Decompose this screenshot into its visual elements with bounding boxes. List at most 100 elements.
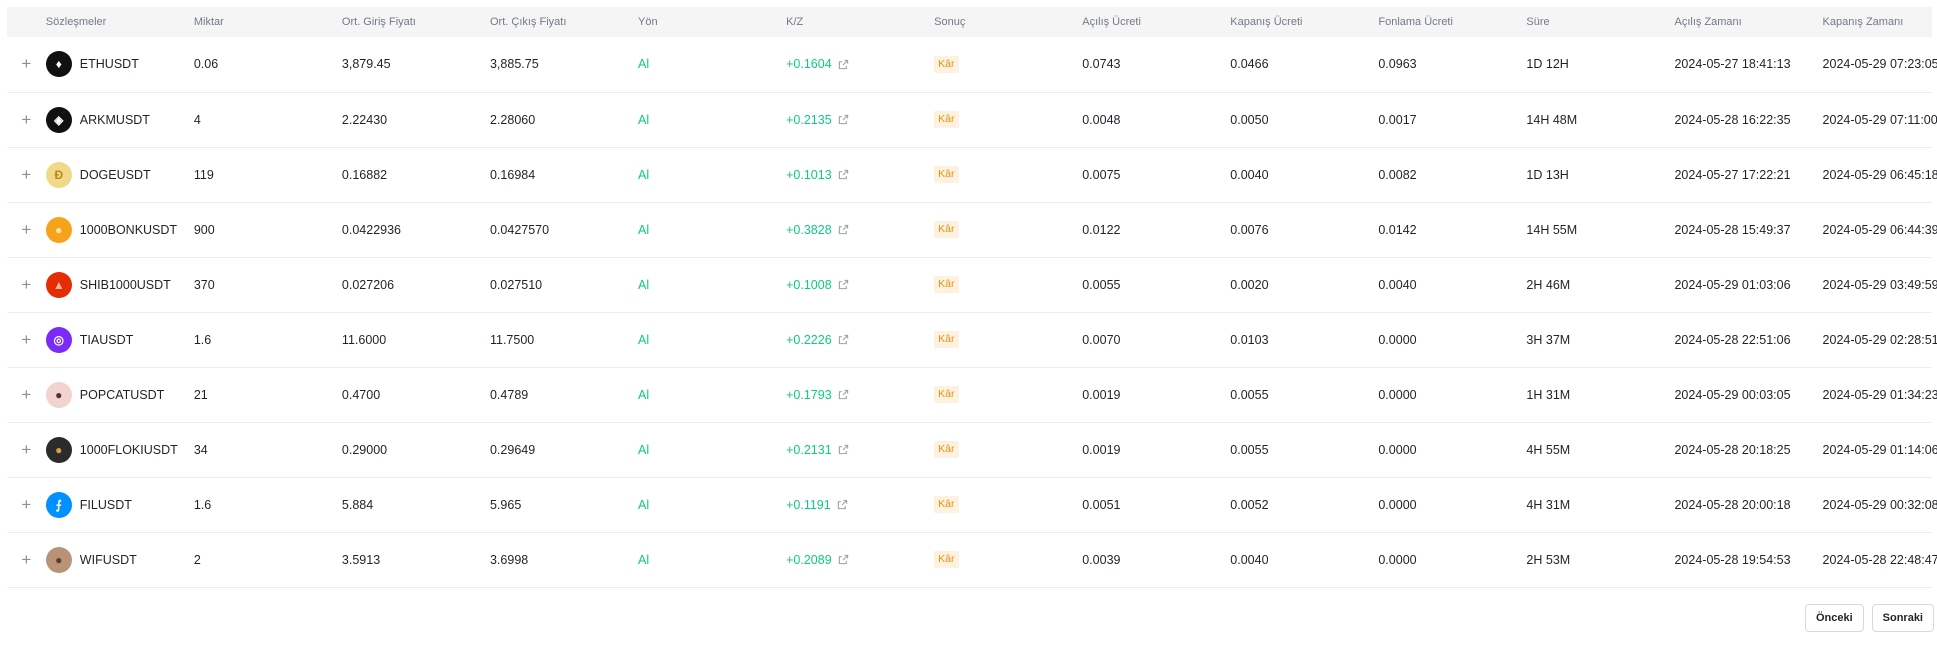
- pnl-cell: +0.1191: [786, 477, 934, 532]
- direction-cell: Al: [638, 332, 650, 347]
- duration-cell: 4H 31M: [1526, 497, 1571, 512]
- direction-cell: Al: [638, 167, 650, 182]
- table-body: + ♦ ETHUSDT 0.06 3,879.45 3,885.75 Al +0.1604 Kâ…: [7, 37, 1937, 587]
- opening-fee-cell: 0.0075: [1082, 167, 1121, 182]
- expand-row-button[interactable]: +: [7, 312, 46, 367]
- position-history-page: Sözleşmeler Miktar Ort. Giriş Fiyatı Ort…: [0, 0, 1937, 653]
- open-time-cell: 2024-05-29 00:03:05: [1674, 387, 1791, 402]
- share-external-link-icon[interactable]: [838, 224, 849, 235]
- avg-entry-price-cell: 11.6000: [341, 332, 387, 347]
- closing-fee-cell: 0.0040: [1230, 167, 1269, 182]
- open-time-cell: 2024-05-29 01:03:06: [1674, 277, 1791, 292]
- duration-cell: 14H 48M: [1526, 112, 1578, 127]
- result-badge: Kâr: [934, 111, 959, 128]
- previous-page-button[interactable]: Önceki: [1804, 604, 1864, 632]
- expand-row-button[interactable]: +: [7, 37, 46, 92]
- closing-fee-cell: 0.0055: [1230, 442, 1269, 457]
- expand-row-button[interactable]: +: [7, 422, 46, 477]
- expand-row-button[interactable]: +: [7, 257, 46, 312]
- header-closing-fee: Kapanış Ücreti: [1230, 16, 1303, 28]
- avg-exit-price-cell: 0.0427570: [489, 222, 550, 237]
- open-time-cell: 2024-05-28 20:00:18: [1674, 497, 1791, 512]
- header-expand: [7, 7, 46, 37]
- table-row: + ● 1000BONKUSDT 900 0.0422936 0.0427570 Al +0.…: [7, 202, 1937, 257]
- table-row: + ● 1000FLOKIUSDT 34 0.29000 0.29649 Al +0.2131…: [7, 422, 1937, 477]
- position-history-table: Sözleşmeler Miktar Ort. Giriş Fiyatı Ort…: [7, 7, 1937, 588]
- quantity-cell: 4: [193, 112, 201, 127]
- pnl-cell: +0.3828: [786, 202, 934, 257]
- contract-cell: ♦ ETHUSDT: [45, 37, 194, 92]
- pnl-cell: +0.1013: [786, 147, 934, 202]
- direction-cell: Al: [638, 442, 650, 457]
- share-external-link-icon[interactable]: [838, 389, 849, 400]
- avg-exit-price-cell: 11.7500: [489, 332, 535, 347]
- result-badge: Kâr: [934, 496, 959, 513]
- contract-cell: ● WIFUSDT: [45, 532, 194, 587]
- share-external-link-icon[interactable]: [838, 279, 849, 290]
- share-external-link-icon[interactable]: [838, 169, 849, 180]
- opening-fee-cell: 0.0055: [1082, 277, 1121, 292]
- pnl-value: +0.2089: [786, 552, 832, 567]
- table-row: + ◎ TIAUSDT 1.6 11.6000 11.7500 Al +0.2226 Kâr 0.…: [7, 312, 1937, 367]
- filecoin-icon: ⨍: [45, 491, 72, 518]
- avg-exit-price-cell: 5.965: [489, 497, 522, 512]
- avg-exit-price-cell: 0.16984: [489, 167, 536, 182]
- celestia-icon: ◎: [45, 326, 72, 353]
- avg-entry-price-cell: 0.29000: [341, 442, 388, 457]
- share-external-link-icon[interactable]: [838, 444, 849, 455]
- expand-row-button[interactable]: +: [7, 92, 46, 147]
- direction-cell: Al: [638, 277, 650, 292]
- result-badge: Kâr: [934, 331, 959, 348]
- contract-cell: Ð DOGEUSDT: [45, 147, 194, 202]
- avg-entry-price-cell: 0.16882: [341, 167, 388, 182]
- header-close-time: Kapanış Zamanı: [1822, 16, 1904, 28]
- avg-exit-price-cell: 3,885.75: [489, 57, 539, 72]
- avg-entry-price-cell: 3,879.45: [341, 57, 391, 72]
- pnl-value: +0.1008: [786, 277, 832, 292]
- opening-fee-cell: 0.0039: [1082, 552, 1121, 567]
- duration-cell: 2H 53M: [1526, 552, 1571, 567]
- expand-row-button[interactable]: +: [7, 477, 46, 532]
- open-time-cell: 2024-05-28 20:18:25: [1674, 442, 1791, 457]
- contract-symbol: SHIB1000USDT: [79, 277, 171, 292]
- dogwifhat-icon: ●: [45, 546, 72, 573]
- result-cell: Kâr: [934, 202, 1082, 257]
- duration-cell: 1D 12H: [1526, 57, 1569, 72]
- next-page-button[interactable]: Sonraki: [1871, 604, 1934, 632]
- closing-fee-cell: 0.0040: [1230, 552, 1269, 567]
- close-time-cell: 2024-05-29 07:23:05: [1822, 57, 1937, 72]
- funding-fee-cell: 0.0017: [1378, 112, 1417, 127]
- expand-row-button[interactable]: +: [7, 367, 46, 422]
- open-time-cell: 2024-05-28 19:54:53: [1674, 552, 1791, 567]
- expand-row-button[interactable]: +: [7, 202, 46, 257]
- expand-row-button[interactable]: +: [7, 147, 46, 202]
- share-external-link-icon[interactable]: [837, 499, 848, 510]
- share-external-link-icon[interactable]: [838, 554, 849, 565]
- duration-cell: 2H 46M: [1526, 277, 1571, 292]
- pnl-cell: +0.1604: [786, 37, 934, 92]
- expand-row-button[interactable]: +: [7, 532, 46, 587]
- arkham-icon: ◈: [45, 106, 72, 133]
- shiba-icon: ▲: [45, 271, 72, 298]
- pnl-value: +0.2226: [786, 332, 832, 347]
- direction-cell: Al: [638, 112, 650, 127]
- funding-fee-cell: 0.0000: [1378, 552, 1417, 567]
- share-external-link-icon[interactable]: [838, 334, 849, 345]
- header-duration: Süre: [1526, 16, 1550, 28]
- open-time-cell: 2024-05-27 18:41:13: [1674, 57, 1791, 72]
- table-row: + ● POPCATUSDT 21 0.4700 0.4789 Al +0.1793 Kâr 0.…: [7, 367, 1937, 422]
- quantity-cell: 900: [193, 222, 215, 237]
- floki-icon: ●: [45, 436, 72, 463]
- contract-symbol: WIFUSDT: [79, 552, 137, 567]
- result-cell: Kâr: [934, 147, 1082, 202]
- pnl-cell: +0.2135: [786, 92, 934, 147]
- result-badge: Kâr: [934, 441, 959, 458]
- header-direction: Yön: [638, 16, 658, 28]
- share-external-link-icon[interactable]: [838, 59, 849, 70]
- close-time-cell: 2024-05-29 02:28:51: [1822, 332, 1937, 347]
- share-external-link-icon[interactable]: [838, 114, 849, 125]
- contract-cell: ● 1000FLOKIUSDT: [45, 422, 194, 477]
- quantity-cell: 34: [193, 442, 208, 457]
- table-row: + ⨍ FILUSDT 1.6 5.884 5.965 Al +0.1191 Kâr 0.0051…: [7, 477, 1937, 532]
- pnl-cell: +0.2089: [786, 532, 934, 587]
